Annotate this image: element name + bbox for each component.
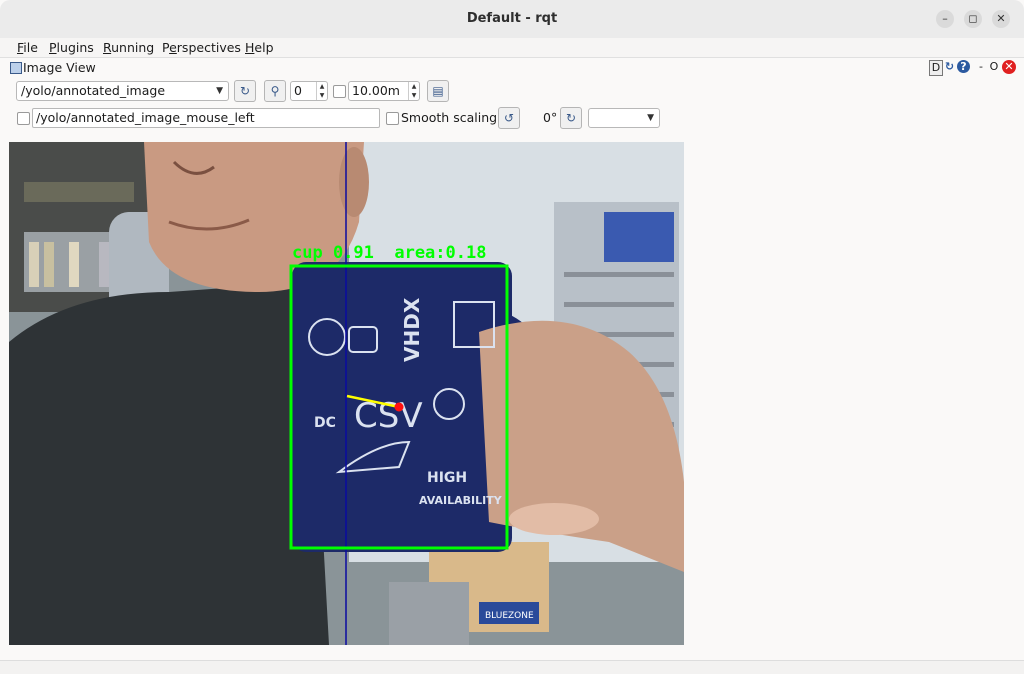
close-icon[interactable]: ✕ [992,10,1010,28]
mug-text-dc: DC [314,415,336,431]
menu-help[interactable]: Help [245,40,274,55]
timeout-value: 10.00m [352,83,400,98]
box-label: BLUEZONE [485,611,534,621]
menu-file[interactable]: File [17,40,38,55]
mouse-topic-value: /yolo/annotated_image_mouse_left [36,110,255,125]
person-shirt [9,282,329,645]
smooth-scaling-checkbox[interactable] [386,112,399,125]
timeout-spinbox[interactable]: 10.00m ▲ ▼ [348,81,420,101]
image-view-icon [10,62,22,74]
spin-arrows-icon[interactable]: ▲ ▼ [408,82,419,100]
rotate-right-icon[interactable]: ↻ [560,107,582,129]
minimize-icon[interactable]: – [936,10,954,28]
status-bar [0,660,1024,674]
camera-image[interactable]: BLUEZONE VHDX CSV HIGH AVAILABILITY DC c… [9,142,684,645]
mug-text-vhdx: VHDX [400,297,424,362]
maximize-icon[interactable]: ◻ [964,10,982,28]
topic-select[interactable]: /yolo/annotated_image ▼ [16,81,229,101]
save-icon[interactable]: ▤ [427,80,449,102]
dock-float-button[interactable]: O [989,60,999,74]
menu-running[interactable]: Running [103,40,154,55]
mug-text-availability: AVAILABILITY [419,494,503,507]
smooth-scaling-label: Smooth scaling [401,110,498,125]
refresh-icon[interactable]: ↻ [234,80,256,102]
rotate-left-icon[interactable]: ↺ [498,107,520,129]
menu-perspectives[interactable]: Perspectives [162,40,241,55]
timeout-checkbox[interactable] [333,85,346,98]
publish-click-checkbox[interactable] [17,112,30,125]
chevron-down-icon: ▼ [216,86,223,96]
spin-arrows-icon[interactable]: ▲ ▼ [316,82,327,100]
zoom-icon[interactable]: ⚲ [264,80,286,102]
zoom-value: 0 [294,83,302,98]
dock-d-button[interactable]: D [929,60,943,76]
mug-text-high: HIGH [427,470,467,486]
detection-label: cup 0.91 area:0.18 [292,243,486,263]
rotation-select[interactable]: ▼ [588,108,660,128]
dock-title: Image View [23,60,96,75]
menu-bar: File Plugins Running Perspectives Help [0,38,1024,58]
menu-plugins[interactable]: Plugins [49,40,94,55]
mug-text-csv: CSV [354,396,423,436]
window-titlebar[interactable]: Default - rqt – ◻ ✕ [0,0,1024,39]
dock-close-icon[interactable]: ✕ [1002,60,1016,74]
mouse-topic-field[interactable]: /yolo/annotated_image_mouse_left [32,108,380,128]
topic-select-value: /yolo/annotated_image [21,83,166,98]
centroid-point [394,402,404,412]
chevron-down-icon: ▼ [647,113,654,123]
reload-icon[interactable]: ↻ [943,60,956,74]
image-viewport[interactable]: BLUEZONE VHDX CSV HIGH AVAILABILITY DC c… [9,142,684,645]
dock-separator: - [979,60,983,73]
help-icon[interactable]: ? [957,60,970,73]
window-title: Default - rqt [466,11,558,26]
zoom-spinbox[interactable]: 0 ▲ ▼ [290,81,328,101]
rotation-label: 0° [543,110,558,125]
